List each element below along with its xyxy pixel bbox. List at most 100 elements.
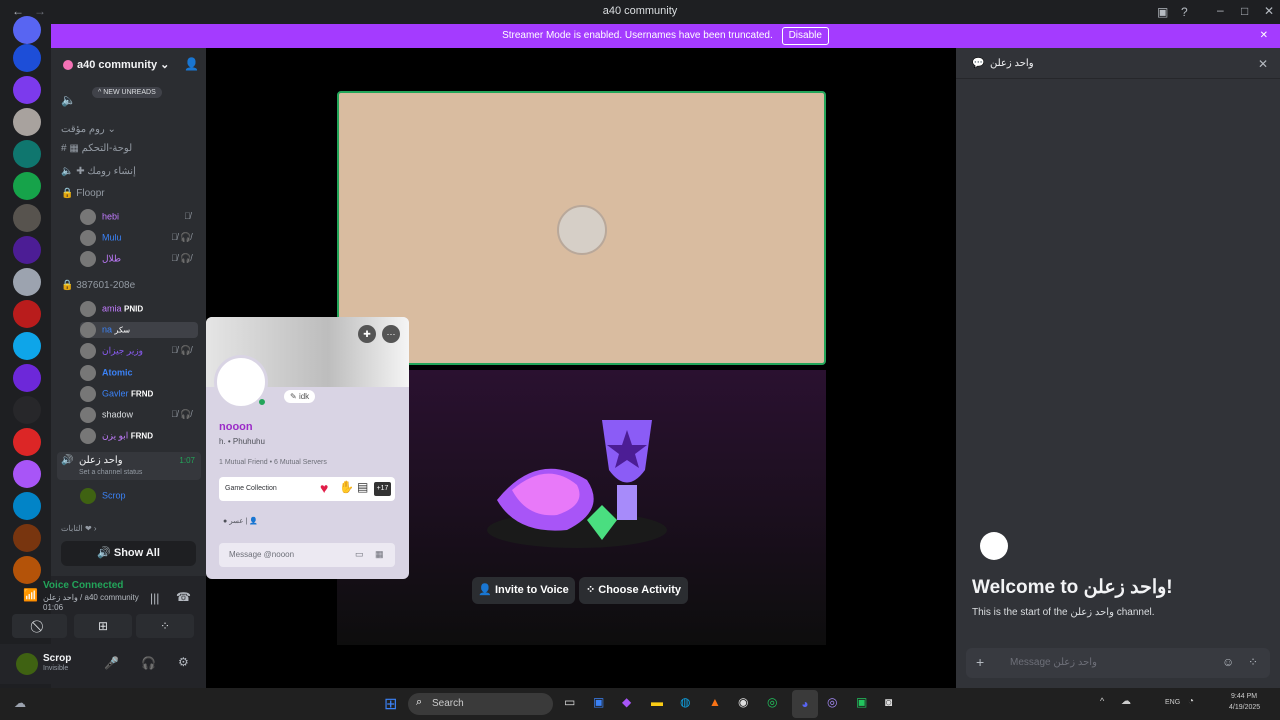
server-icon[interactable] (13, 460, 41, 488)
voice-controls: ⃠ ⊞ ⁘ (8, 614, 198, 638)
more-options-icon[interactable]: ⋯ (382, 325, 400, 343)
choose-activity-button[interactable]: ⁘ Choose Activity (579, 577, 688, 604)
emoji-icon[interactable]: ☺ (1222, 655, 1234, 669)
channel-dashboard[interactable]: # ▦ لوحة-التحكم (61, 143, 132, 154)
role-label: عسر (229, 518, 244, 525)
voice-member[interactable]: ابو يزن FRND (80, 428, 153, 444)
tray-app-icon[interactable]: ☁ (1121, 696, 1131, 707)
chat-input[interactable]: + Message واحد زعلن ☺ ⁘ (966, 648, 1270, 678)
member-name: amia (102, 303, 122, 314)
online-status-icon (257, 397, 267, 407)
voice-member[interactable]: na سكر (80, 322, 198, 338)
show-all-button[interactable]: 🔊 Show All (61, 541, 196, 566)
close-window-icon[interactable]: ✕ (1264, 4, 1274, 18)
voice-member[interactable]: Mulu (80, 230, 122, 246)
close-banner-icon[interactable]: ✕ (1260, 24, 1268, 48)
file-explorer-icon[interactable]: ▬ (651, 695, 663, 709)
language-indicator[interactable]: ENG (1165, 699, 1180, 706)
voice-member[interactable]: shadow (80, 407, 133, 423)
help-icon[interactable]: ? (1181, 5, 1188, 19)
game-collection-card[interactable]: Game Collection ♥ ✋ ▤ +17 (219, 477, 395, 501)
server-icon[interactable] (13, 172, 41, 200)
video-tile[interactable] (337, 91, 826, 365)
windows-start-icon[interactable]: ⊞ (384, 694, 397, 714)
invite-to-voice-button[interactable]: 👤 Invite to Voice (472, 577, 575, 604)
channel-create[interactable]: 🔈 ✚ إنشاء رومك (61, 166, 136, 177)
mutual-info[interactable]: 1 Mutual Friend • 6 Mutual Servers (219, 459, 327, 466)
minimize-icon[interactable]: – (1217, 3, 1224, 17)
voice-channel-floopr[interactable]: 🔒 Floopr (61, 188, 105, 199)
chrome-profile-icon[interactable]: ◎ (827, 695, 837, 709)
server-icon[interactable] (13, 332, 41, 360)
voice-member[interactable]: amia PNID (80, 301, 143, 317)
soundboard-icon[interactable]: ||| (150, 591, 159, 605)
camera-off-button[interactable]: ⃠ (12, 614, 67, 638)
server-icon[interactable] (13, 76, 41, 104)
weather-icon[interactable]: ☁ (14, 696, 26, 710)
server-icon[interactable] (13, 16, 41, 44)
server-icon[interactable] (13, 556, 41, 584)
server-icon[interactable] (13, 524, 41, 552)
disconnect-icon[interactable]: ☎ (176, 590, 191, 604)
category-2[interactable]: التابات ❤ › (61, 524, 97, 533)
server-icon[interactable] (13, 268, 41, 296)
close-chat-icon[interactable]: ✕ (1258, 57, 1268, 71)
app-icon[interactable]: ◙ (885, 695, 892, 709)
maximize-icon[interactable]: □ (1241, 4, 1248, 18)
add-attachment-icon[interactable]: + (976, 654, 984, 670)
server-icon[interactable] (13, 140, 41, 168)
add-friend-icon[interactable]: ✚ (358, 325, 376, 343)
voice-member[interactable]: طلال (80, 251, 121, 267)
member-name: ابو يزن (102, 430, 129, 441)
edge-icon[interactable]: ◍ (680, 695, 690, 709)
inbox-icon[interactable]: ▣ (1157, 5, 1168, 19)
server-icon[interactable] (13, 492, 41, 520)
server-icon[interactable] (13, 428, 41, 456)
add-member-icon[interactable]: 👤 (184, 57, 199, 71)
server-icon[interactable] (13, 44, 41, 72)
screen-share-button[interactable]: ⊞ (74, 614, 132, 638)
vlc-icon[interactable]: ▲ (709, 695, 721, 709)
activities-button[interactable]: ⁘ (136, 614, 194, 638)
voice-member[interactable]: hebi (80, 209, 119, 225)
server-icon[interactable] (13, 108, 41, 136)
server-name-header[interactable]: a40 community ⌄ (63, 58, 193, 71)
voice-member[interactable]: Gavler FRND (80, 386, 153, 402)
message-user-input[interactable]: Message @nooon ▭ ▦ (219, 543, 395, 567)
server-icon[interactable] (13, 300, 41, 328)
server-icon[interactable] (13, 204, 41, 232)
microphone-icon[interactable]: 🎤 (104, 656, 119, 670)
headphones-icon[interactable]: 🎧 (141, 656, 156, 670)
server-icon[interactable] (13, 396, 41, 424)
apps-icon[interactable]: ⁘ (1248, 655, 1258, 669)
new-unreads-pill[interactable]: ^ NEW UNREADS (92, 87, 162, 98)
store-icon[interactable]: ▣ (593, 695, 604, 709)
disable-button[interactable]: Disable (781, 27, 829, 45)
settings-gear-icon[interactable]: ⚙ (178, 655, 189, 669)
category-temp[interactable]: روم مؤقت ⌄ (61, 124, 116, 135)
taskbar-search[interactable]: ⌕ Search (408, 693, 553, 715)
channel-status[interactable]: Set a channel status (79, 469, 142, 476)
avatar[interactable] (16, 653, 38, 675)
member-badge: سكر (114, 325, 131, 335)
clock-date[interactable]: 4/19/2025 (1229, 704, 1260, 711)
chrome-icon[interactable]: ◎ (767, 695, 777, 709)
wifi-icon[interactable]: ◔ (1188, 696, 1194, 707)
voice-channel-387601[interactable]: 🔒 387601-208e (61, 280, 135, 291)
copilot-icon[interactable]: ◆ (622, 695, 631, 709)
task-view-icon[interactable]: ▭ (564, 695, 575, 709)
app-icon[interactable]: ▣ (856, 695, 867, 709)
voice-member[interactable]: Atomic (80, 365, 133, 381)
server-icon[interactable] (13, 364, 41, 392)
server-icon[interactable] (13, 236, 41, 264)
discord-taskbar-icon[interactable]: ◕ (792, 690, 818, 718)
sticker-icon[interactable]: ▦ (375, 549, 384, 560)
voice-member[interactable]: Scrop (80, 488, 126, 504)
deafened-icon: 🎙̸ 🎧̸ (171, 232, 192, 242)
gif-icon[interactable]: ▭ (355, 549, 364, 560)
tray-expand-icon[interactable]: ^ (1100, 696, 1104, 706)
clock-time[interactable]: 9:44 PM (1231, 693, 1257, 700)
voice-member[interactable]: وزير جيزان (80, 343, 143, 359)
app-icon[interactable]: ◉ (738, 695, 748, 709)
active-voice-channel[interactable]: 🔊 واحد زعلن 1:07 Set a channel status (57, 452, 201, 480)
